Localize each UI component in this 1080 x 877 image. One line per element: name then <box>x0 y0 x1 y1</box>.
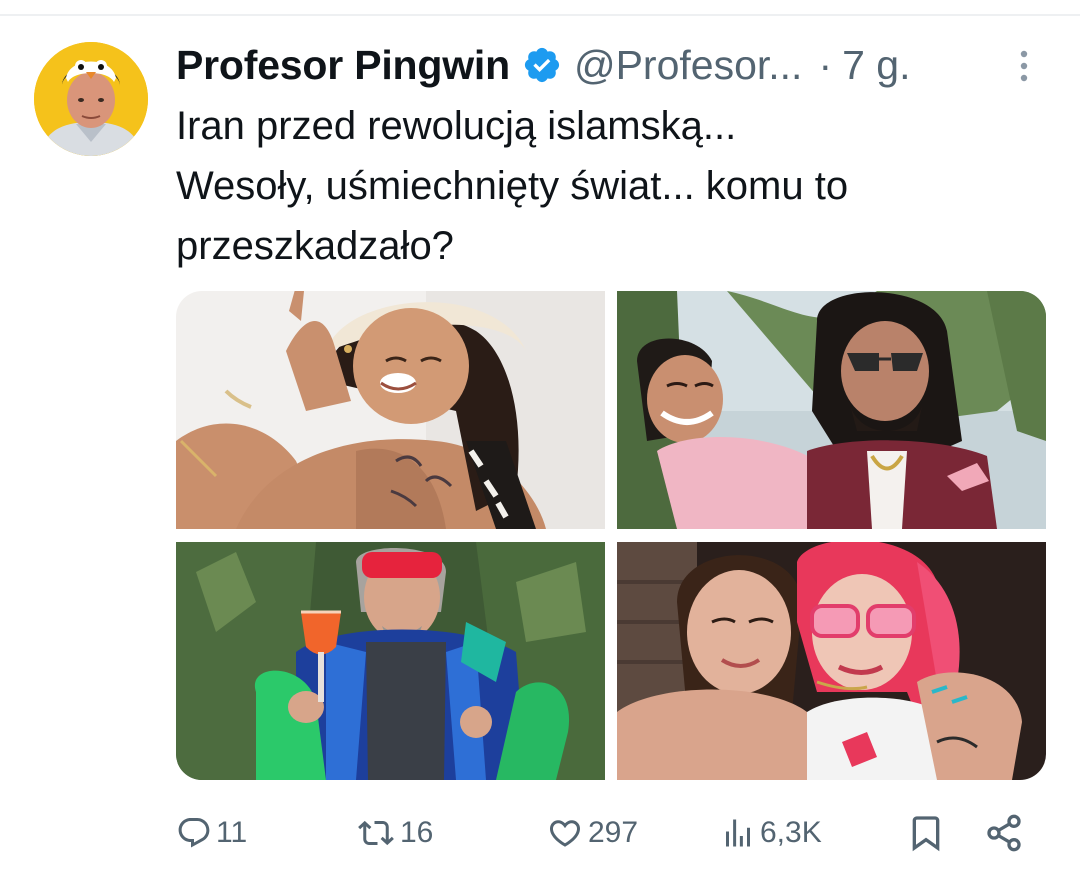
bookmark-icon <box>906 813 946 853</box>
author-name[interactable]: Profesor Pingwin <box>176 42 510 89</box>
views-icon <box>720 815 756 851</box>
views-button[interactable]: 6,3K <box>720 805 822 861</box>
tweet-text-line-2: Wesoły, uśmiechnięty świat... komu to <box>176 164 849 208</box>
reply-button[interactable]: 11 <box>176 805 247 861</box>
tweet-time[interactable]: 7 g. <box>842 42 910 89</box>
author-handle[interactable]: @Profesor... <box>574 42 802 89</box>
tweet-header: Profesor Pingwin @Profesor... · 7 g. <box>176 40 910 90</box>
tweet-text-line-3: przeszkadzało? <box>176 224 454 268</box>
separator-dot: · <box>818 41 833 88</box>
retweet-count: 16 <box>400 816 434 849</box>
share-button[interactable] <box>984 805 1024 861</box>
action-bar: 11 16 297 6,3K <box>0 805 1080 861</box>
bookmark-button[interactable] <box>906 805 946 861</box>
tweet-text-line-1: Iran przed rewolucją islamską... <box>176 104 737 148</box>
tweet-text: Iran przed rewolucją islamską... Wesoły,… <box>176 96 1036 276</box>
retweet-icon <box>356 815 396 851</box>
retweet-button[interactable]: 16 <box>356 805 433 861</box>
media-photo-2[interactable] <box>617 291 1046 529</box>
views-count: 6,3K <box>760 816 822 849</box>
media-grid <box>176 291 1046 780</box>
media-photo-1[interactable] <box>176 291 605 529</box>
avatar-image <box>34 42 148 156</box>
like-count: 297 <box>588 816 639 849</box>
media-photo-3[interactable] <box>176 542 605 780</box>
like-button[interactable]: 297 <box>546 805 638 861</box>
share-icon <box>984 813 1024 853</box>
verified-badge-icon <box>522 45 562 85</box>
more-options-icon[interactable] <box>1012 46 1036 86</box>
author-avatar[interactable] <box>34 42 148 156</box>
reply-count: 11 <box>216 816 248 849</box>
media-photo-4[interactable] <box>617 542 1046 780</box>
reply-icon <box>176 815 212 851</box>
top-divider <box>0 14 1080 16</box>
like-icon <box>546 815 584 851</box>
